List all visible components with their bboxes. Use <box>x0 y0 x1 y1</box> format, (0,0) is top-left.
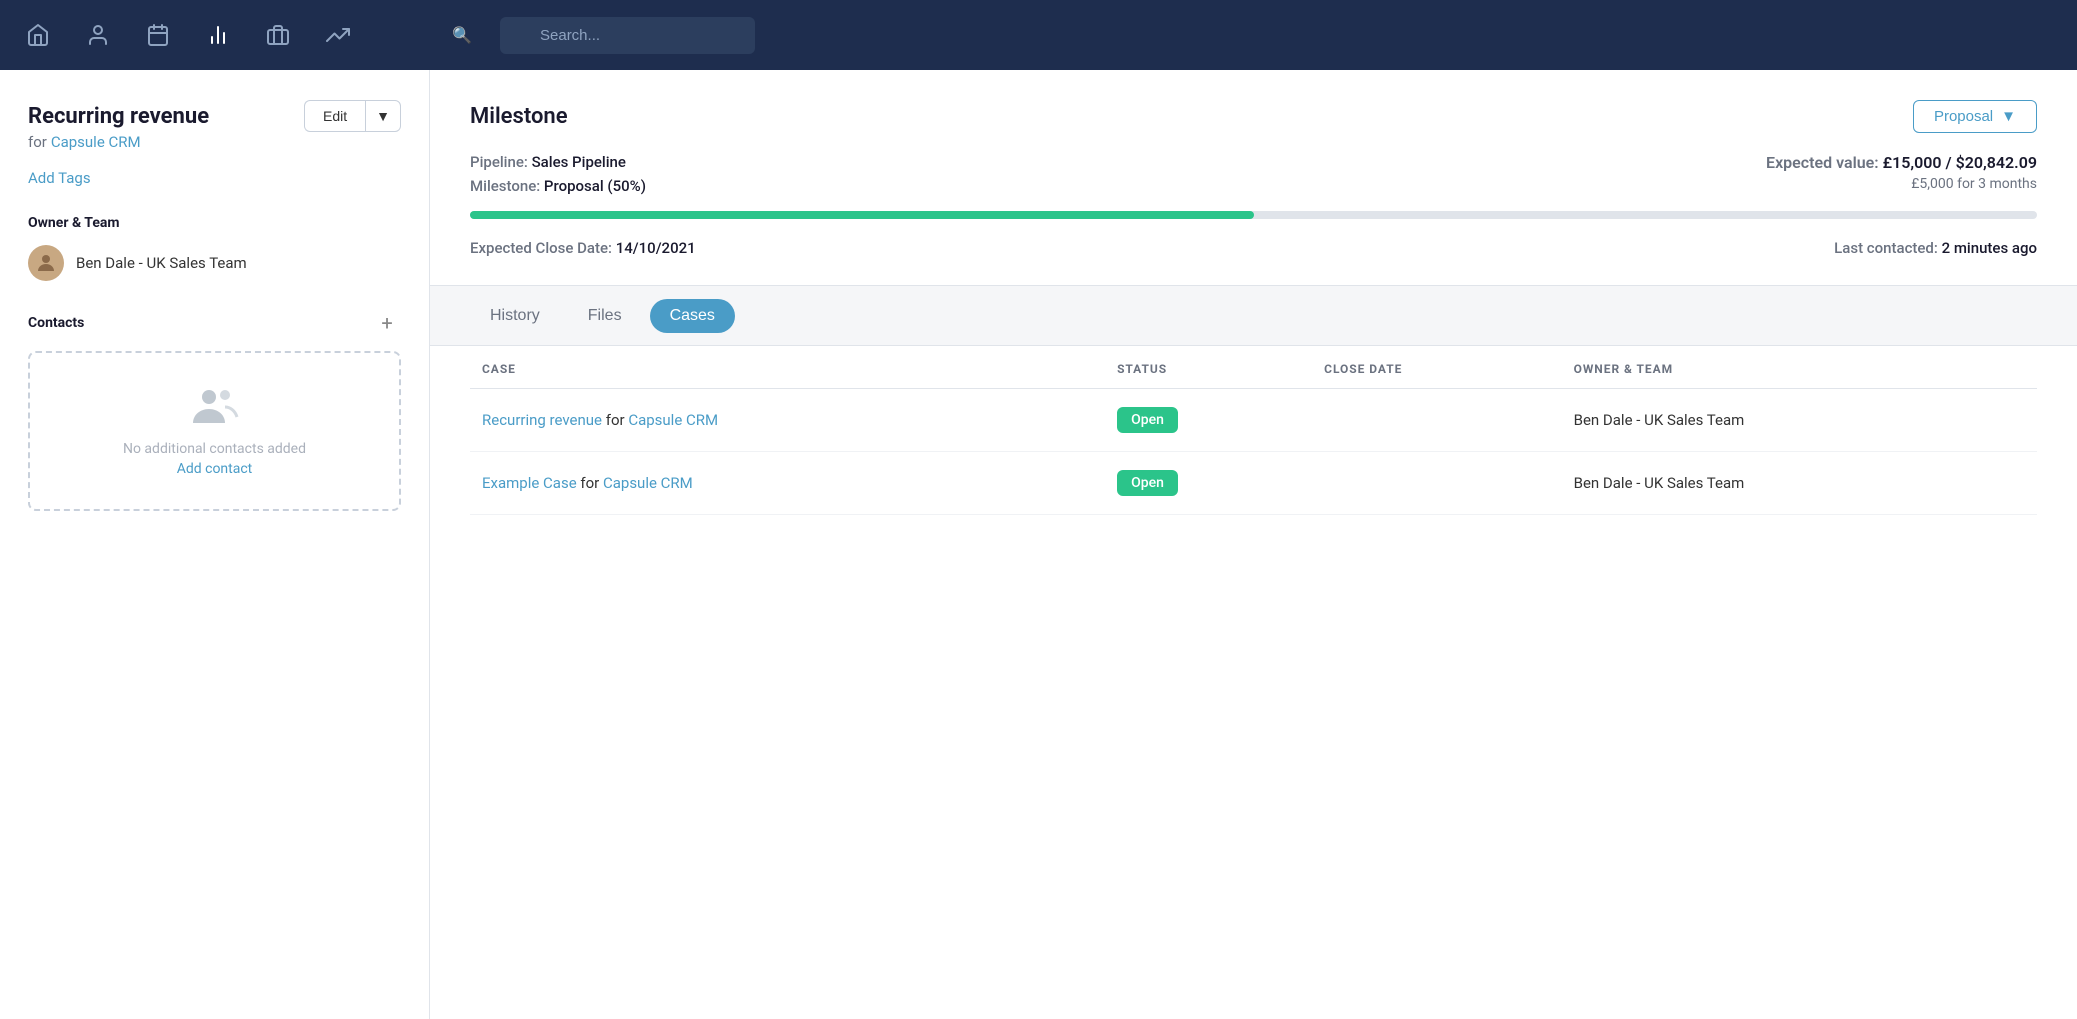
close-date-cell-2 <box>1312 452 1561 515</box>
owner-row: Ben Dale - UK Sales Team <box>28 245 401 281</box>
col-owner-team: OWNER & TEAM <box>1562 346 2037 389</box>
top-navigation: 🔍 <box>0 0 2077 70</box>
table-row: Recurring revenue for Capsule CRM Open B… <box>470 389 2037 452</box>
sidebar-header: Recurring revenue Edit ▼ <box>28 100 401 132</box>
milestone-title: Milestone <box>470 104 568 129</box>
milestone-section: Milestone Proposal ▼ Pipeline: Sales Pip… <box>430 70 2077 286</box>
case-link-capsule-2[interactable]: Capsule CRM <box>603 474 693 492</box>
contacts-header: Contacts + <box>28 309 401 337</box>
pipeline-row: Pipeline: Sales Pipeline <box>470 153 646 171</box>
col-case: CASE <box>470 346 1105 389</box>
for-company: for Capsule CRM <box>28 132 401 151</box>
avatar <box>28 245 64 281</box>
value-sub: £5,000 for 3 months <box>1766 176 2037 192</box>
close-date-cell-1 <box>1312 389 1561 452</box>
search-input[interactable] <box>500 17 755 54</box>
progress-bar-fill <box>470 211 1254 219</box>
main-layout: Recurring revenue Edit ▼ for Capsule CRM… <box>0 70 2077 1019</box>
progress-bar-background <box>470 211 2037 219</box>
edit-dropdown-button[interactable]: ▼ <box>365 100 401 132</box>
search-icon: 🔍 <box>452 26 472 45</box>
search-wrapper: 🔍 <box>440 17 1340 54</box>
cases-table: CASE STATUS CLOSE DATE OWNER & TEAM Recu… <box>470 346 2037 515</box>
owner-cell-1: Ben Dale - UK Sales Team <box>1562 389 2037 452</box>
for-label: for <box>28 133 47 151</box>
cases-section: CASE STATUS CLOSE DATE OWNER & TEAM Recu… <box>430 346 2077 515</box>
trending-up-icon[interactable] <box>320 17 356 53</box>
milestone-left: Pipeline: Sales Pipeline Milestone: Prop… <box>470 153 646 195</box>
case-link-example[interactable]: Example Case <box>482 474 577 492</box>
case-link-capsule-1[interactable]: Capsule CRM <box>628 411 718 429</box>
person-icon[interactable] <box>80 17 116 53</box>
case-link-recurring[interactable]: Recurring revenue <box>482 411 602 429</box>
col-status: STATUS <box>1105 346 1312 389</box>
case-cell-2: Example Case for Capsule CRM <box>470 452 1105 515</box>
status-badge-1: Open <box>1117 407 1178 433</box>
status-badge-2: Open <box>1117 470 1178 496</box>
home-icon[interactable] <box>20 17 56 53</box>
proposal-button[interactable]: Proposal ▼ <box>1913 100 2037 133</box>
expected-value-row: Expected value: £15,000 / $20,842.09 <box>1766 153 2037 172</box>
last-contacted-row: Last contacted: 2 minutes ago <box>1834 239 2037 257</box>
tab-files[interactable]: Files <box>568 299 642 333</box>
sidebar: Recurring revenue Edit ▼ for Capsule CRM… <box>0 70 430 1019</box>
milestone-right: Expected value: £15,000 / $20,842.09 £5,… <box>1766 153 2037 192</box>
company-link[interactable]: Capsule CRM <box>51 133 141 151</box>
contacts-section-title: Contacts <box>28 315 84 331</box>
add-contact-plus-button[interactable]: + <box>373 309 401 337</box>
people-icon <box>50 385 379 433</box>
status-cell-1: Open <box>1105 389 1312 452</box>
milestone-header: Milestone Proposal ▼ <box>470 100 2037 133</box>
edit-group: Edit ▼ <box>304 100 401 132</box>
owner-cell-2: Ben Dale - UK Sales Team <box>1562 452 2037 515</box>
add-tags-label[interactable]: Add Tags <box>28 169 91 187</box>
milestone-details: Pipeline: Sales Pipeline Milestone: Prop… <box>470 153 2037 195</box>
briefcase-icon[interactable] <box>260 17 296 53</box>
no-contacts-text: No additional contacts added <box>50 441 379 457</box>
edit-button[interactable]: Edit <box>304 100 365 132</box>
col-close-date: CLOSE DATE <box>1312 346 1561 389</box>
contacts-empty-area: No additional contacts added Add contact <box>28 351 401 511</box>
case-for-text-1: for <box>606 411 629 429</box>
proposal-label: Proposal <box>1934 108 1993 125</box>
tab-cases[interactable]: Cases <box>650 299 735 333</box>
add-contact-link[interactable]: Add contact <box>50 461 379 477</box>
milestone-footer: Expected Close Date: 14/10/2021 Last con… <box>470 239 2037 257</box>
main-content: Milestone Proposal ▼ Pipeline: Sales Pip… <box>430 70 2077 1019</box>
opportunity-title: Recurring revenue <box>28 104 209 129</box>
case-cell-1: Recurring revenue for Capsule CRM <box>470 389 1105 452</box>
table-row: Example Case for Capsule CRM Open Ben Da… <box>470 452 2037 515</box>
case-for-text-2: for <box>580 474 603 492</box>
tab-history[interactable]: History <box>470 299 560 333</box>
status-cell-2: Open <box>1105 452 1312 515</box>
proposal-dropdown-icon: ▼ <box>2001 108 2016 125</box>
close-date-row: Expected Close Date: 14/10/2021 <box>470 239 696 257</box>
owner-section-title: Owner & Team <box>28 215 401 231</box>
owner-name: Ben Dale - UK Sales Team <box>76 254 247 272</box>
tabs-section: History Files Cases <box>430 286 2077 346</box>
milestone-row: Milestone: Proposal (50%) <box>470 177 646 195</box>
calendar-icon[interactable] <box>140 17 176 53</box>
add-tags[interactable]: Add Tags <box>28 151 401 187</box>
bar-chart-icon[interactable] <box>200 17 236 53</box>
